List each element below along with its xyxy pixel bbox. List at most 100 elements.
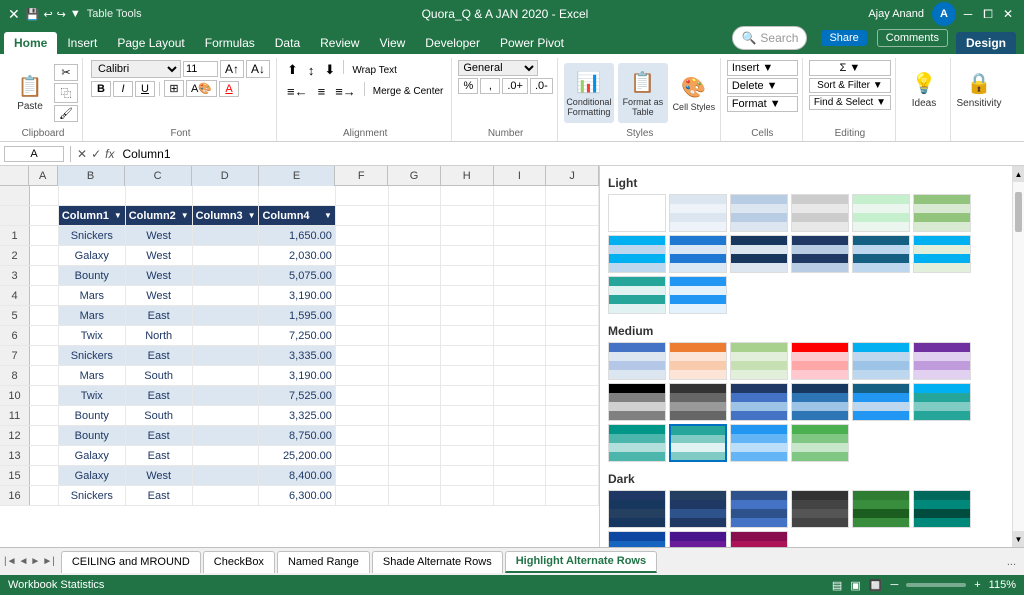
conditional-formatting-button[interactable]: 📊 Conditional Formatting [564,63,614,123]
paste-button[interactable]: 📋 Paste [8,63,52,123]
share-button[interactable]: Share [821,30,866,46]
style-thumbnail[interactable] [791,342,849,380]
increase-decimal-button[interactable]: .0+ [502,78,528,94]
tab-named-range[interactable]: Named Range [277,551,370,573]
style-thumbnail[interactable] [608,194,666,232]
quick-access-toolbar[interactable]: 💾 ↩ ↪ ▼ [26,8,81,21]
zoom-slider[interactable] [906,583,966,587]
find-select-button[interactable]: Find & Select ▼ [809,95,891,110]
delete-button[interactable]: Delete ▼ [727,78,798,94]
style-thumbnail[interactable] [730,342,788,380]
wrap-text-button[interactable]: Wrap Text [348,60,401,80]
style-panel-scroll[interactable]: Light Medium Turquoise, Table Style Medi… [600,166,1012,547]
comma-button[interactable]: , [480,78,500,94]
more-tabs-indicator[interactable]: ... [1003,556,1020,568]
style-thumbnail[interactable] [669,531,727,547]
style-thumbnail[interactable] [669,342,727,380]
tab-highlight-alternate[interactable]: Highlight Alternate Rows [505,551,657,573]
sensitivity-button[interactable]: 🔒 Sensitivity [957,60,1001,120]
autosum-button[interactable]: Σ ▼ [809,60,891,76]
style-thumbnail[interactable] [852,235,910,273]
copy-button[interactable]: ⿻ [54,83,78,103]
col-header-i[interactable]: I [494,166,547,186]
sheet-nav[interactable]: |◄ ◄ ► ►| [4,556,55,567]
style-thumbnail[interactable] [730,235,788,273]
view-layout-icon[interactable]: ▣ [850,579,860,592]
style-thumbnail[interactable] [730,490,788,528]
style-thumbnail[interactable] [791,383,849,421]
tab-view[interactable]: View [369,32,415,54]
search-bar[interactable]: 🔍 Search [732,26,807,50]
zoom-in-button[interactable]: + [974,579,980,591]
style-thumbnail[interactable] [608,531,666,547]
underline-button[interactable]: U [135,81,155,97]
scroll-up-button[interactable]: ▲ [1013,166,1024,182]
style-thumbnail[interactable] [730,194,788,232]
tab-page-layout[interactable]: Page Layout [107,32,194,54]
format-button[interactable]: Format ▼ [727,96,798,112]
col-header-b[interactable]: B [58,166,125,186]
cancel-icon[interactable]: ✕ [77,147,87,161]
font-family-select[interactable]: Calibri [91,60,181,78]
col-header-f[interactable]: F [335,166,388,186]
style-thumbnail[interactable] [852,194,910,232]
select-all-button[interactable] [0,166,29,185]
border-button[interactable]: ⊞ [164,80,184,97]
style-thumbnail[interactable] [791,424,849,462]
align-middle-button[interactable]: ↕ [304,60,319,80]
filter-arrow-c[interactable]: ▼ [181,211,189,220]
align-right-button[interactable]: ≡→ [331,82,360,101]
style-thumbnail[interactable] [852,383,910,421]
style-thumbnail[interactable] [913,383,971,421]
style-thumbnail[interactable] [913,194,971,232]
col-header-a[interactable]: A [29,166,58,186]
col-header-c[interactable]: C [125,166,192,186]
style-thumbnail[interactable] [608,490,666,528]
tab-formulas[interactable]: Formulas [195,32,265,54]
style-thumbnail[interactable] [852,342,910,380]
tab-shade-alternate[interactable]: Shade Alternate Rows [372,551,503,573]
minimize-button[interactable]: ─ [960,6,976,22]
style-thumbnail[interactable] [608,342,666,380]
number-format-select[interactable]: General [458,60,538,76]
cut-button[interactable]: ✂ [54,64,78,81]
style-thumbnail[interactable] [669,276,727,314]
view-preview-icon[interactable]: 🔲 [869,579,883,592]
fill-color-button[interactable]: A🎨 [186,80,217,97]
style-thumbnail[interactable] [608,383,666,421]
style-thumbnail[interactable] [730,383,788,421]
style-thumbnail[interactable] [669,383,727,421]
align-center-button[interactable]: ≡ [314,82,330,101]
format-as-table-button[interactable]: 📋 Format as Table [618,63,668,123]
style-thumbnail[interactable] [608,276,666,314]
style-thumbnail[interactable] [913,235,971,273]
ideas-button[interactable]: 💡 Ideas [902,60,946,120]
style-thumbnail[interactable] [608,424,666,462]
comments-button[interactable]: Comments [877,29,948,47]
font-size-input[interactable] [183,61,218,77]
tab-ceiling-mround[interactable]: CEILING and MROUND [61,551,201,573]
sheet-nav-prev[interactable]: ◄ [19,556,29,567]
tab-data[interactable]: Data [265,32,310,54]
sheet-nav-next[interactable]: ► [30,556,40,567]
col-header-e[interactable]: E [259,166,336,186]
tab-design[interactable]: Design [956,32,1016,54]
formula-input[interactable] [118,146,1020,162]
confirm-icon[interactable]: ✓ [91,147,101,161]
scroll-thumb[interactable] [1015,192,1022,232]
style-thumbnail[interactable] [669,194,727,232]
tab-developer[interactable]: Developer [415,32,490,54]
font-color-button[interactable]: A [219,81,239,97]
style-thumbnail[interactable] [730,531,788,547]
sort-filter-button[interactable]: Sort & Filter ▼ [809,78,891,93]
tab-power-pivot[interactable]: Power Pivot [490,32,574,54]
style-thumbnail[interactable] [852,490,910,528]
align-bottom-button[interactable]: ⬇ [320,60,339,80]
insert-function-icon[interactable]: fx [105,147,114,161]
zoom-out-button[interactable]: ─ [890,579,898,591]
filter-arrow-e[interactable]: ▼ [324,211,332,220]
style-thumbnail[interactable] [608,235,666,273]
align-left-button[interactable]: ≡← [283,82,312,101]
tab-home[interactable]: Home [4,32,57,54]
percent-button[interactable]: % [458,78,478,94]
